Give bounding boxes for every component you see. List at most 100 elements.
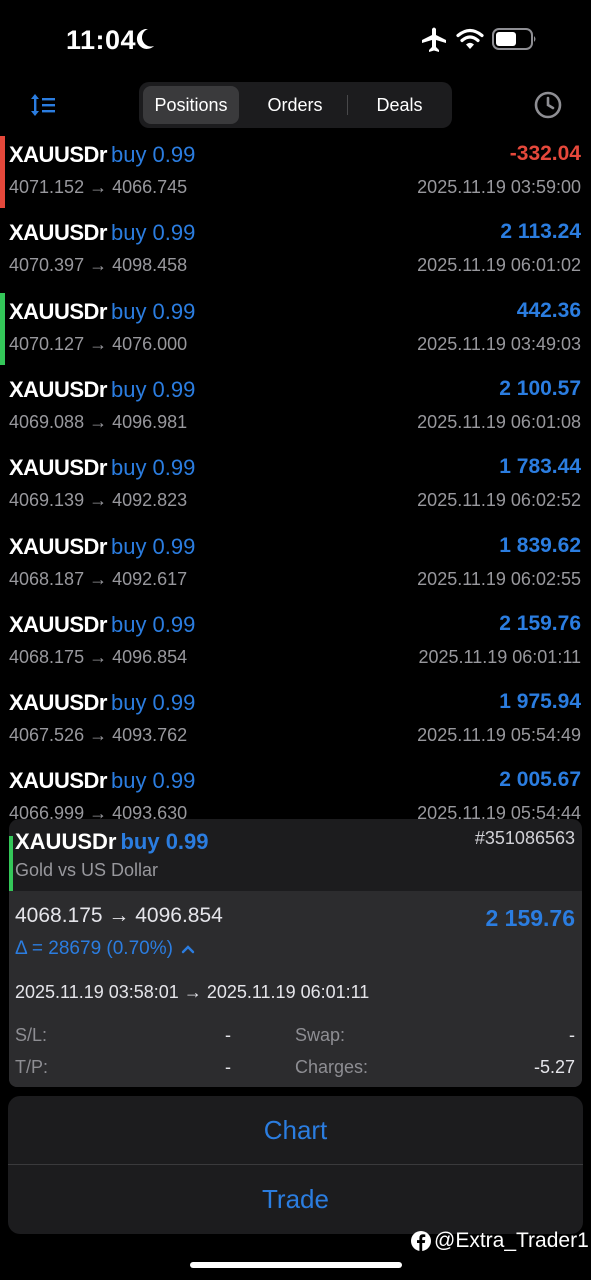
position-symbol-line: XAUUSDr buy 0.99 [9, 220, 195, 246]
position-symbol-line: XAUUSDr buy 0.99 [9, 299, 195, 325]
watermark-text: @Extra_Trader1 [434, 1229, 589, 1252]
swap-value: - [569, 1025, 575, 1045]
position-prices: 4070.127 → 4076.000 [9, 333, 188, 354]
position-symbol-line: XAUUSDr buy 0.99 [9, 768, 195, 794]
charges-label: Charges: [295, 1057, 369, 1077]
charges-value: -5.27 [533, 1057, 575, 1077]
position-profit: 2 159.76 [499, 611, 581, 635]
trade-button[interactable]: Trade [8, 1165, 583, 1233]
position-symbol: XAUUSDr [9, 142, 107, 167]
position-row[interactable]: XAUUSDr buy 0.99 4066.999 → 4093.630 2 005.… [0, 757, 591, 821]
tp-label: T/P: [15, 1057, 49, 1077]
detail-symbol-line: XAUUSDr buy 0.99 [15, 829, 209, 855]
position-prices: 4069.088 → 4096.981 [9, 411, 188, 432]
position-time: 2025.11.19 06:01:08 [417, 411, 581, 432]
chevron-up-icon [182, 945, 195, 954]
position-prices: 4071.152 → 4066.745 [9, 177, 188, 197]
position-prices: 4070.397 → 4098.458 [9, 255, 188, 276]
home-indicator[interactable] [190, 1262, 402, 1268]
position-prices: 4067.526 → 4093.762 [9, 725, 188, 746]
tab-divider [347, 95, 348, 115]
position-time: 2025.11.19 06:02:52 [417, 490, 581, 511]
position-side: buy 0.99 [110, 768, 196, 794]
position-symbol: XAUUSDr [9, 455, 107, 481]
position-time: 2025.11.19 06:02:55 [417, 568, 581, 589]
position-time: 2025.11.19 06:01:02 [417, 255, 581, 276]
battery-icon [492, 28, 536, 50]
position-row[interactable]: XAUUSDr buy 0.99 4067.526 → 4093.762 1 975.… [0, 679, 591, 757]
detail-description: Gold vs US Dollar [15, 860, 159, 880]
position-profit: 1 975.94 [499, 690, 581, 714]
moon-icon [136, 28, 154, 49]
position-profit: 2 005.67 [499, 768, 581, 792]
wifi-icon [456, 28, 484, 49]
tab-orders[interactable]: Orders [245, 86, 345, 124]
sort-icon[interactable] [28, 90, 58, 120]
detail-body: 4068.175 → 4096.854 2 159.76 Δ = 28679 (… [9, 891, 582, 1087]
position-detail-card[interactable]: XAUUSDr buy 0.99 #351086563 Gold vs US Do… [9, 819, 582, 1087]
status-bar: 11:04 [0, 0, 591, 80]
detail-ticket: #351086563 [474, 828, 575, 848]
action-sheet: Chart Trade [8, 1096, 583, 1234]
position-row[interactable]: XAUUSDr buy 0.99 4070.127 → 4076.000 442.36… [0, 288, 591, 366]
chart-button[interactable]: Chart [8, 1096, 583, 1164]
tab-deals[interactable]: Deals [351, 86, 448, 124]
position-prices: 4068.187 → 4092.617 [9, 568, 188, 589]
position-symbol: XAUUSDr [9, 611, 107, 637]
tab-positions[interactable]: Positions [143, 86, 239, 124]
position-time: 2025.11.19 06:01:11 [418, 646, 581, 667]
position-side: buy 0.99 [110, 533, 196, 559]
position-symbol-line: XAUUSDr buy 0.99 [9, 377, 195, 403]
position-symbol: XAUUSDr [9, 690, 107, 716]
position-profit: 2 113.24 [500, 220, 581, 244]
position-row[interactable]: XAUUSDr buy 0.99 4068.187 → 4092.617 1 839.… [0, 523, 591, 601]
swap-label: Swap: [295, 1025, 346, 1045]
position-marker [0, 136, 5, 208]
position-row[interactable]: XAUUSDr buy 0.99 4069.088 → 4096.981 2 100.… [0, 366, 591, 444]
detail-prices: 4068.175 → 4096.854 [15, 904, 223, 927]
position-profit: 1 839.62 [499, 533, 581, 557]
tp-value: - [225, 1057, 231, 1077]
detail-profit: 2 159.76 [485, 905, 575, 931]
detail-side: buy 0.99 [120, 829, 209, 854]
position-side: buy 0.99 [110, 611, 196, 637]
position-symbol-line: XAUUSDr buy 0.99 [9, 612, 195, 638]
position-marker [0, 292, 5, 365]
detail-times: 2025.11.19 03:58:01 → 2025.11.19 06:01:1… [15, 982, 370, 1002]
position-row[interactable]: XAUUSDr buy 0.99 4069.139 → 4092.823 1 783.… [0, 444, 591, 522]
position-side: buy 0.99 [110, 220, 196, 246]
position-side: buy 0.99 [110, 455, 196, 481]
facebook-icon [411, 1231, 431, 1251]
position-symbol-line: XAUUSDr buy 0.99 [9, 690, 195, 716]
detail-symbol: XAUUSDr [15, 829, 117, 854]
position-time: 2025.11.19 03:59:00 [417, 177, 581, 197]
position-profit: 2 100.57 [499, 376, 581, 400]
position-symbol: XAUUSDr [9, 220, 107, 246]
position-row[interactable]: XAUUSDr buy 0.99 4068.175 → 4096.854 2 159.… [0, 601, 591, 679]
position-profit: 1 783.44 [499, 455, 581, 479]
sl-value: - [225, 1025, 231, 1045]
position-profit: -332.04 [509, 142, 581, 165]
position-symbol-line: XAUUSDr buy 0.99 [9, 534, 195, 560]
watermark: @Extra_Trader1 [410, 1228, 589, 1254]
position-row[interactable]: XAUUSDr buy 0.99 4070.397 → 4098.458 2 113.… [0, 209, 591, 287]
detail-delta: Δ = 28679 (0.70%) [15, 938, 173, 959]
segmented-control: Positions Orders Deals [139, 82, 452, 128]
airplane-icon [422, 27, 446, 52]
status-time: 11:04 [66, 25, 137, 55]
position-time: 2025.11.19 03:49:03 [417, 333, 581, 354]
position-symbol: XAUUSDr [9, 768, 107, 794]
position-side: buy 0.99 [110, 376, 196, 402]
sl-label: S/L: [15, 1025, 48, 1045]
position-symbol: XAUUSDr [9, 533, 107, 559]
position-profit: 442.36 [516, 298, 581, 322]
history-icon[interactable] [533, 90, 563, 120]
position-time: 2025.11.19 05:54:49 [417, 725, 581, 746]
detail-delta-toggle[interactable]: Δ = 28679 (0.70%) [15, 938, 195, 960]
position-side: buy 0.99 [110, 142, 196, 167]
toolbar: Positions Orders Deals [0, 80, 591, 130]
position-row[interactable]: XAUUSDr buy 0.99 4071.152 → 4066.745 -332.0… [0, 131, 591, 209]
positions-list: XAUUSDr buy 0.99 4071.152 → 4066.745 -332.0… [0, 131, 591, 821]
position-prices: 4069.139 → 4092.823 [9, 490, 188, 511]
position-prices: 4068.175 → 4096.854 [9, 646, 188, 667]
